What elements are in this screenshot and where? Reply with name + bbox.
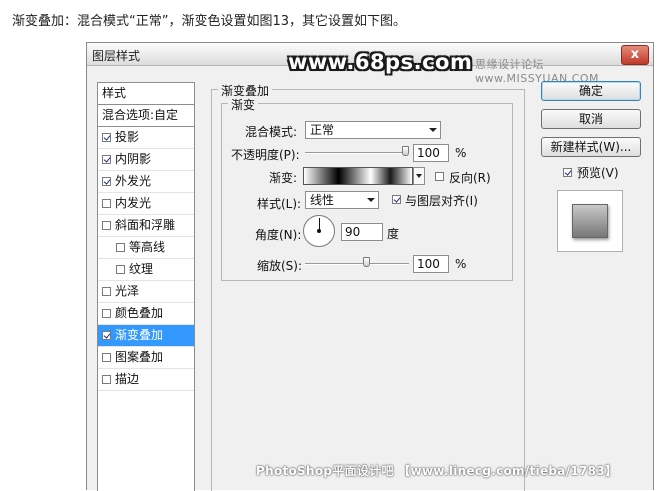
style-item-label: 等高线 [129, 240, 166, 254]
style-item-pattern-overlay[interactable]: 图案叠加 [98, 347, 194, 369]
checkbox-icon[interactable] [102, 199, 111, 208]
dialog-title: 图层样式 [92, 49, 141, 63]
reverse-checkbox[interactable] [435, 172, 444, 181]
style-item-contour[interactable]: 等高线 [98, 237, 194, 259]
layer-style-dialog: 图层样式 思缘设计论坛 www.MISSYUAN.COM x 样式 混合选项:自… [86, 42, 654, 491]
align-with-layer-checkbox[interactable] [392, 195, 401, 204]
ok-button[interactable]: 确定 [541, 81, 641, 101]
logo-watermark: www.68ps.com [288, 50, 473, 74]
scale-slider-handle[interactable] [363, 257, 370, 267]
align-with-layer-label: 与图层对齐(I) [405, 194, 478, 208]
style-preview [557, 190, 623, 252]
style-item-inner-shadow[interactable]: 内阴影 [98, 149, 194, 171]
preview-thumbnail [572, 204, 608, 238]
style-item-stroke[interactable]: 描边 [98, 369, 194, 391]
style-item-bevel-emboss[interactable]: 斜面和浮雕 [98, 215, 194, 237]
angle-label: 角度(N): [255, 228, 302, 242]
style-item-outer-glow[interactable]: 外发光 [98, 171, 194, 193]
chevron-down-icon [429, 128, 437, 132]
preview-checkbox[interactable] [563, 168, 572, 177]
blend-mode-value: 正常 [310, 123, 335, 137]
opacity-slider-handle[interactable] [402, 146, 409, 156]
style-value: 线性 [310, 193, 335, 207]
gradient-label: 渐变: [269, 171, 298, 185]
style-item-label: 描边 [115, 372, 140, 386]
checkbox-icon[interactable] [102, 331, 111, 340]
style-item-label: 纹理 [129, 262, 154, 276]
checkbox-icon[interactable] [102, 155, 111, 164]
style-item-texture[interactable]: 纹理 [98, 259, 194, 281]
checkbox-icon[interactable] [102, 177, 111, 186]
group-title: 渐变 [228, 96, 259, 113]
angle-unit: 度 [387, 227, 400, 241]
style-item-label: 图案叠加 [115, 350, 164, 364]
cancel-button[interactable]: 取消 [541, 109, 641, 129]
checkbox-icon[interactable] [102, 221, 111, 230]
new-style-button[interactable]: 新建样式(W)... [541, 137, 641, 157]
style-item-color-overlay[interactable]: 颜色叠加 [98, 303, 194, 325]
blending-options-item[interactable]: 混合选项:自定 [98, 105, 194, 127]
angle-dial[interactable] [303, 215, 335, 247]
style-item-label: 光泽 [115, 284, 140, 298]
gradient-dropdown-button[interactable] [413, 167, 425, 185]
style-item-label: 投影 [115, 130, 140, 144]
checkbox-icon[interactable] [102, 309, 111, 318]
style-item-label: 渐变叠加 [115, 328, 164, 342]
scale-slider-track[interactable] [305, 263, 409, 265]
checkbox-icon[interactable] [102, 287, 111, 296]
style-item-inner-glow[interactable]: 内发光 [98, 193, 194, 215]
styles-list: 样式 混合选项:自定 投影 内阴影 外发光 内发光 斜面和浮雕 等高线 纹理 光… [97, 82, 195, 491]
footer-watermark: PhotoShop平面设计吧 【www.linecg.com/tieba/178… [256, 464, 618, 478]
scale-label: 缩放(S): [257, 259, 303, 273]
blend-mode-select[interactable]: 正常 [305, 121, 441, 139]
style-item-label: 外发光 [115, 174, 152, 188]
opacity-slider-track[interactable] [305, 152, 409, 154]
style-label: 样式(L): [257, 197, 302, 211]
angle-dot [317, 229, 321, 233]
style-item-satin[interactable]: 光泽 [98, 281, 194, 303]
scale-input[interactable]: 100 [413, 255, 449, 273]
style-select[interactable]: 线性 [305, 191, 379, 209]
styles-header[interactable]: 样式 [98, 83, 194, 105]
close-icon: x [630, 47, 640, 62]
close-button[interactable]: x [621, 45, 649, 65]
scale-unit: % [455, 257, 467, 271]
checkbox-icon[interactable] [116, 243, 125, 252]
blend-mode-label: 混合模式: [245, 125, 298, 139]
preview-label: 预览(V) [577, 166, 619, 180]
style-item-drop-shadow[interactable]: 投影 [98, 127, 194, 149]
opacity-unit: % [455, 146, 467, 160]
checkbox-icon[interactable] [102, 133, 111, 142]
gradient-swatch[interactable] [303, 167, 413, 185]
checkbox-icon[interactable] [102, 375, 111, 384]
opacity-input[interactable]: 100 [413, 144, 449, 162]
style-item-label: 内阴影 [115, 152, 152, 166]
style-item-label: 斜面和浮雕 [115, 218, 176, 232]
style-item-label: 内发光 [115, 196, 152, 210]
checkbox-icon[interactable] [102, 353, 111, 362]
reverse-label: 反向(R) [449, 171, 491, 185]
angle-input[interactable]: 90 [341, 223, 383, 241]
style-item-gradient-overlay[interactable]: 渐变叠加 [98, 325, 194, 347]
checkbox-icon[interactable] [116, 265, 125, 274]
page-caption: 渐变叠加：混合模式“正常”，渐变色设置如图13，其它设置如下图。 [12, 14, 407, 29]
chevron-down-icon [367, 198, 375, 202]
style-item-label: 颜色叠加 [115, 306, 164, 320]
opacity-label: 不透明度(P): [231, 148, 300, 162]
